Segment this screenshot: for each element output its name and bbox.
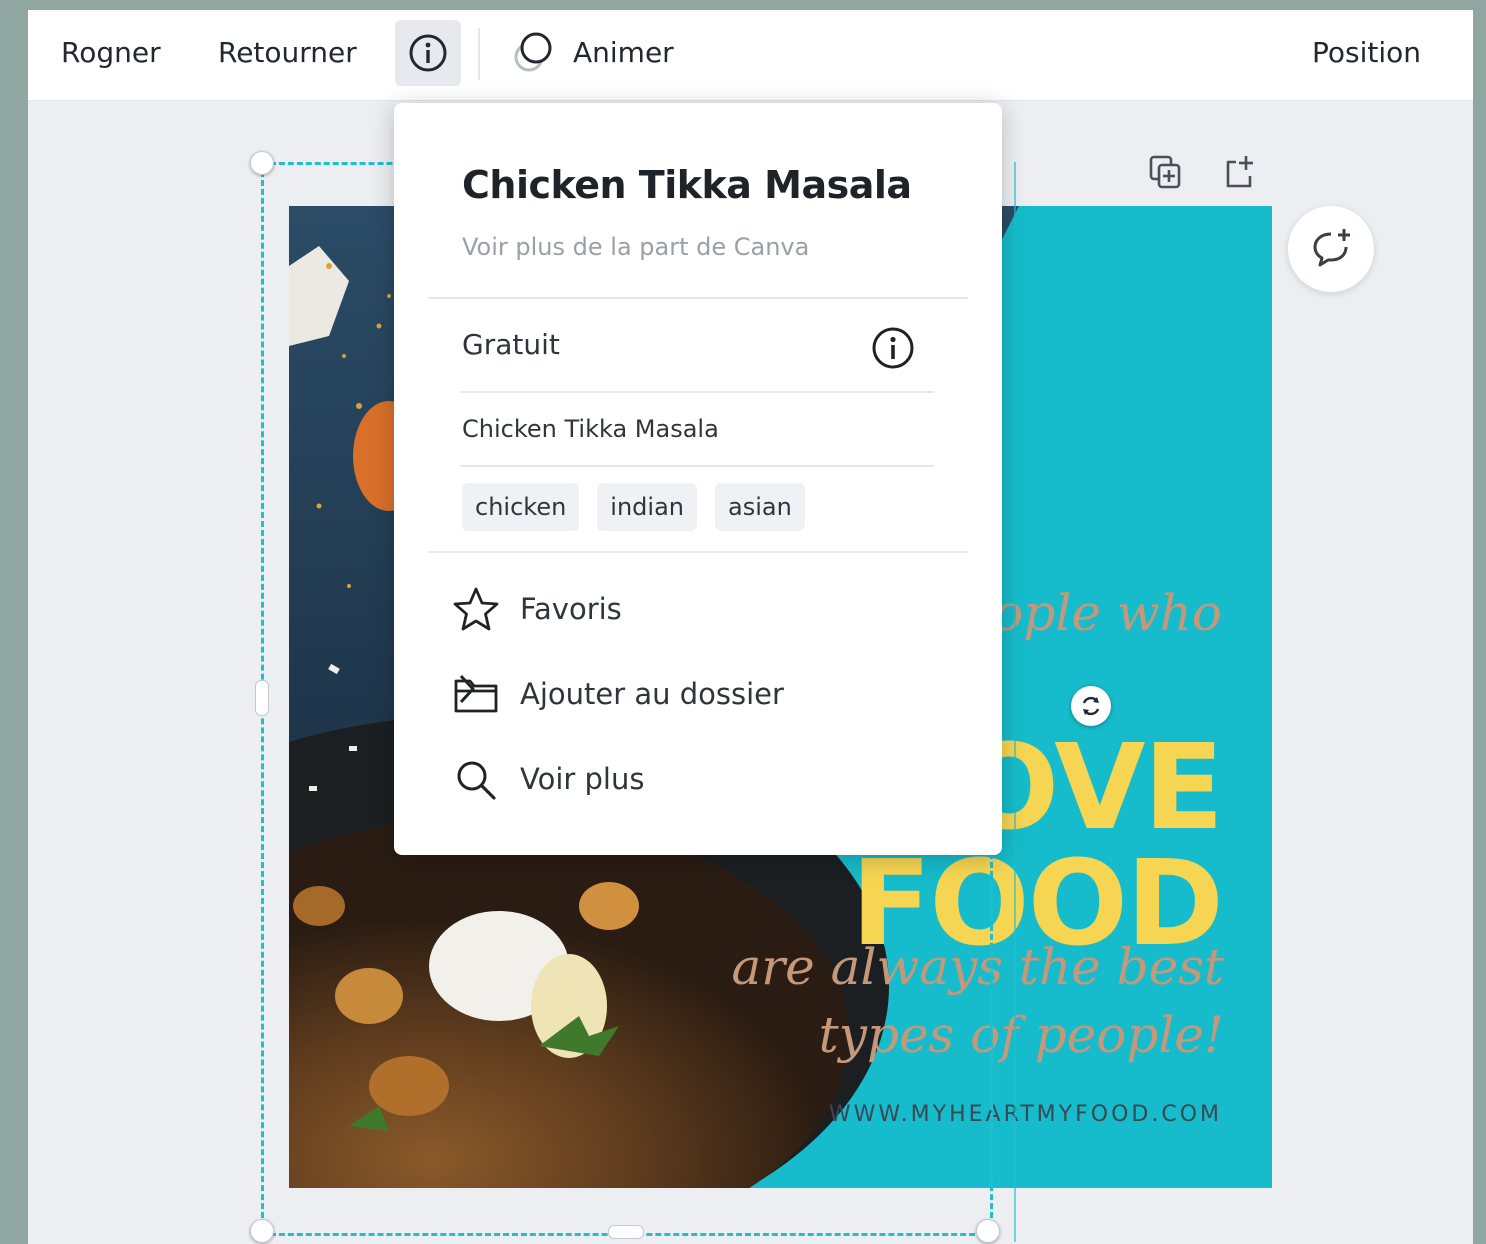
- toolbar-divider: [478, 28, 480, 80]
- search-icon: [457, 761, 496, 800]
- info-icon: [409, 34, 447, 72]
- see-more-label: Voir plus: [520, 762, 645, 796]
- popup-title: Chicken Tikka Masala: [462, 163, 912, 207]
- popup-see-more-link[interactable]: Voir plus de la part de Canva: [462, 233, 809, 261]
- rotate-handle[interactable]: [1071, 686, 1111, 726]
- resize-handle-bottom-right[interactable]: [976, 1219, 1000, 1243]
- crop-button[interactable]: Rogner: [61, 32, 161, 74]
- add-comment-button[interactable]: [1288, 206, 1374, 292]
- info-button[interactable]: [395, 20, 461, 86]
- duplicate-page-icon[interactable]: [1146, 152, 1186, 192]
- divider: [428, 551, 968, 553]
- element-info-popup: Chicken Tikka Masala Voir plus de la par…: [394, 103, 1002, 855]
- add-page-icon[interactable]: [1220, 152, 1260, 192]
- license-info-icon[interactable]: [870, 325, 916, 371]
- divider: [460, 391, 934, 393]
- canva-editor: Rogner Retourner Animer Position people …: [28, 10, 1473, 1244]
- divider: [460, 465, 934, 467]
- see-more-menu-item[interactable]: Voir plus: [452, 750, 942, 810]
- tag-indian[interactable]: indian: [597, 483, 697, 531]
- animate-icon[interactable]: [508, 28, 556, 76]
- tag-asian[interactable]: asian: [715, 483, 805, 531]
- tag-list: chicken indian asian: [462, 483, 805, 531]
- resize-handle-top-left[interactable]: [250, 151, 274, 175]
- position-button[interactable]: Position: [1312, 32, 1421, 74]
- rotate-icon: [1082, 696, 1100, 716]
- add-to-folder-label: Ajouter au dossier: [520, 677, 784, 711]
- resize-handle-bottom[interactable]: [608, 1225, 644, 1239]
- editor-toolbar: Rogner Retourner Animer Position: [28, 10, 1473, 101]
- favorites-menu-item[interactable]: Favoris: [452, 580, 942, 640]
- comment-add-icon: [1313, 229, 1350, 267]
- chevron-right-icon: [459, 674, 475, 704]
- resize-handle-left[interactable]: [255, 680, 269, 716]
- resize-handle-bottom-left[interactable]: [250, 1219, 274, 1243]
- alignment-guide: [1014, 162, 1016, 1242]
- animate-button[interactable]: Animer: [573, 32, 674, 74]
- price-label: Gratuit: [462, 328, 560, 361]
- element-name: Chicken Tikka Masala: [462, 415, 719, 443]
- favorites-label: Favoris: [520, 592, 622, 626]
- tag-chicken[interactable]: chicken: [462, 483, 580, 531]
- flip-button[interactable]: Retourner: [218, 32, 357, 74]
- star-icon: [453, 587, 499, 631]
- add-to-folder-menu-item[interactable]: Ajouter au dossier: [452, 665, 942, 725]
- divider: [428, 297, 968, 299]
